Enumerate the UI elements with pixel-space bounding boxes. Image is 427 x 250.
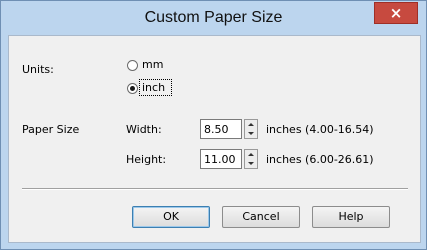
radio-inch-label[interactable]: inch [142,81,165,94]
width-range-text: inches (4.00-16.54) [266,123,374,136]
chevron-up-icon [248,153,254,156]
height-value: 11.00 [204,153,236,166]
chevron-up-icon [248,123,254,126]
dialog-body: Units: mm inch Paper Size Width: 8.50 in… [8,35,421,243]
width-spin-down[interactable] [245,129,257,138]
height-label: Height: [126,153,167,166]
width-input[interactable]: 8.50 [200,119,242,139]
width-spin-up[interactable] [245,120,257,129]
paper-size-label: Paper Size [22,123,80,136]
chevron-down-icon [248,132,254,135]
close-icon: × [389,4,403,22]
radio-selected-dot [130,86,135,91]
width-spinner[interactable] [244,119,258,139]
help-button[interactable]: Help [312,206,390,228]
height-range-text: inches (6.00-26.61) [266,153,374,166]
cancel-button[interactable]: Cancel [222,206,300,228]
height-spin-down[interactable] [245,159,257,168]
height-spinner[interactable] [244,149,258,169]
divider [22,188,408,190]
radio-mm-label[interactable]: mm [142,58,163,71]
height-spin-up[interactable] [245,150,257,159]
radio-mm-icon[interactable] [127,60,138,71]
dialog-window: Custom Paper Size × Units: mm inch Paper… [0,0,427,250]
radio-inch-icon[interactable] [127,83,138,94]
close-button[interactable]: × [374,2,418,24]
chevron-down-icon [248,162,254,165]
dialog-title: Custom Paper Size [144,9,283,26]
height-input[interactable]: 11.00 [200,149,242,169]
width-label: Width: [126,123,162,136]
title-bar[interactable]: Custom Paper Size × [1,1,426,35]
width-value: 8.50 [204,123,229,136]
ok-button[interactable]: OK [132,206,210,228]
units-label: Units: [22,63,54,76]
